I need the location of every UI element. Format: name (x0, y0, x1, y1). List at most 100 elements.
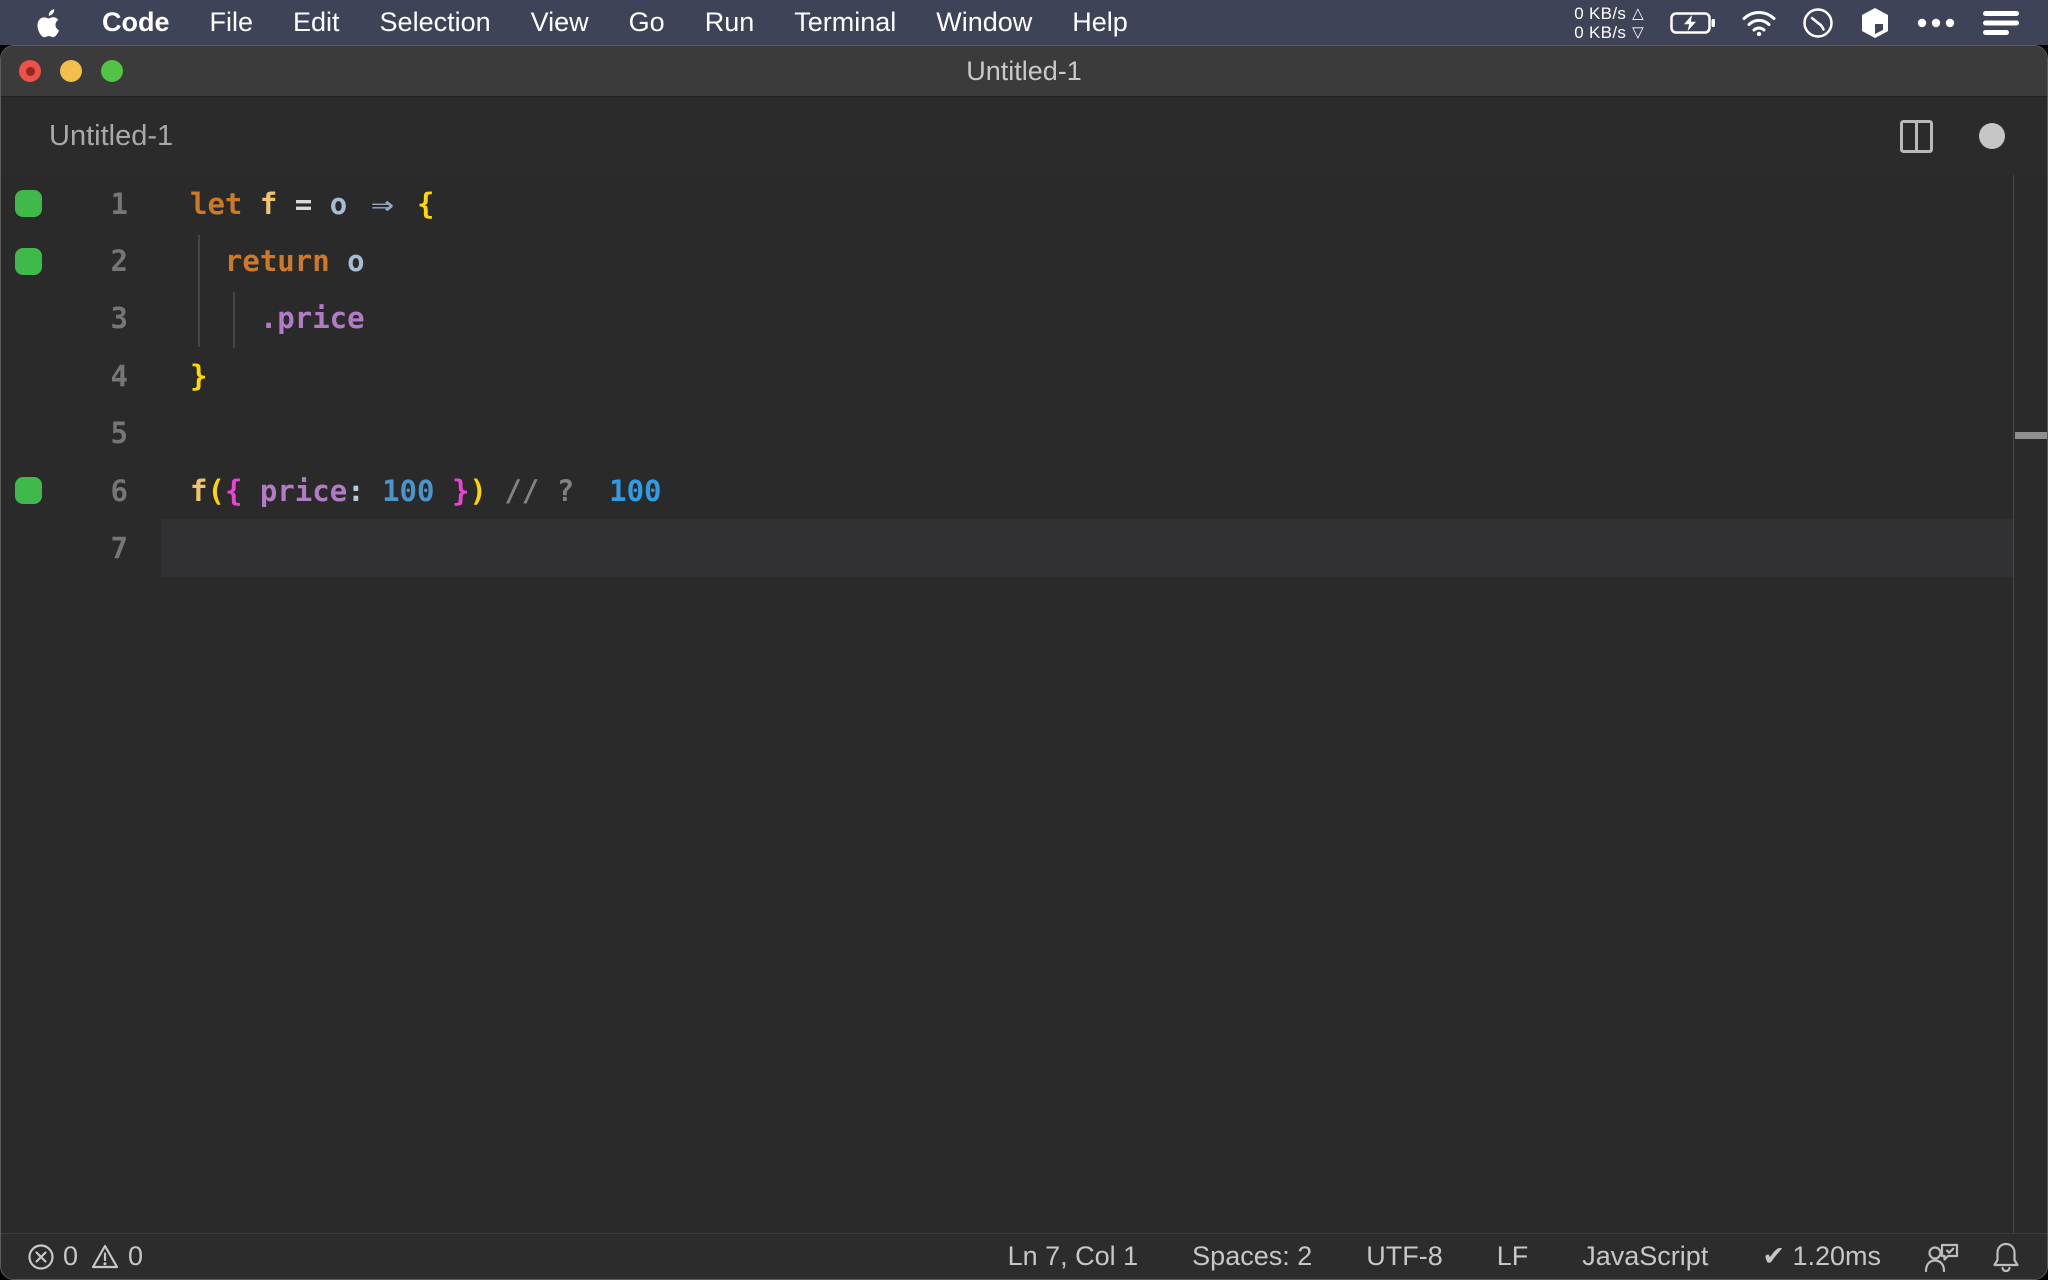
token-property: .price (259, 301, 365, 336)
menu-item-terminal[interactable]: Terminal (794, 7, 896, 38)
code-line-1[interactable]: 1 let f = o ⇒ { (1, 175, 2047, 232)
token-keyword: return (224, 244, 330, 279)
status-language-mode[interactable]: JavaScript (1555, 1241, 1735, 1272)
tab-untitled-1[interactable]: Untitled-1 (1, 120, 173, 153)
token-keyword: let (190, 186, 260, 221)
menubar-status-icons: 0 KB/s △ 0 KB/s ▽ (1574, 4, 2048, 42)
editor-title-bar: Untitled-1 (1, 97, 2047, 175)
line-number: 5 (110, 416, 128, 451)
ruler-cursor-mark (2015, 432, 2047, 439)
token-brace2: { (224, 473, 243, 508)
token-brace1: { (417, 186, 435, 221)
net-down-label: 0 KB/s (1574, 22, 1627, 42)
menubar: Code File Edit Selection View Go Run Terminal Wi… (0, 0, 2048, 45)
token-paren: ) (469, 473, 487, 508)
token-brace2: } (434, 473, 470, 508)
editor-actions (1900, 119, 2047, 153)
menu-item-window[interactable]: Window (936, 7, 1032, 38)
battery-charging-icon[interactable] (1670, 11, 1716, 35)
code-line-4[interactable]: 4} (1, 347, 2047, 404)
menu-item-selection[interactable]: Selection (380, 7, 491, 38)
line-number: 4 (110, 358, 128, 393)
wifi-icon[interactable] (1742, 10, 1776, 36)
cube-app-icon[interactable] (1860, 7, 1890, 39)
close-button[interactable] (19, 60, 41, 82)
line-number: 7 (110, 531, 128, 566)
warning-count: 0 (128, 1241, 144, 1271)
vscode-window: Untitled-1 Untitled-1 7 6 f({ price: 100 }… (0, 45, 2048, 1280)
line-number: 3 (110, 301, 128, 336)
warning-icon (90, 1243, 120, 1270)
menu-item-go[interactable]: Go (629, 7, 665, 38)
status-encoding[interactable]: UTF-8 (1339, 1241, 1470, 1272)
token-colon: : (347, 473, 365, 508)
menu-item-help[interactable]: Help (1072, 7, 1128, 38)
code-text: f({ price: 100 }) // ? 100 (190, 474, 662, 508)
token-number: 100 (364, 473, 435, 508)
upload-arrow-icon: △ (1632, 4, 1644, 22)
split-editor-icon[interactable] (1900, 119, 1933, 153)
token-fname: f (190, 473, 208, 508)
code-text: return o (190, 244, 365, 278)
apple-icon[interactable] (36, 8, 62, 38)
overview-ruler[interactable] (2013, 175, 2047, 1235)
token-brace1: } (190, 358, 208, 393)
token-fname: f (259, 186, 278, 221)
code-line-2[interactable]: 2 return o (1, 232, 2047, 289)
clock-icon[interactable] (1802, 7, 1834, 39)
token-result: 100 (574, 473, 662, 508)
menu-item-file[interactable]: File (210, 7, 254, 38)
token-variable: o (329, 186, 348, 221)
statusbar-right-items: Ln 7, Col 1 Spaces: 2 UTF-8 LF JavaScript ✔ 1… (981, 1241, 1908, 1272)
token-comment: // ? (486, 473, 575, 508)
menubar-items: Code File Edit Selection View Go Run Terminal Wi… (102, 7, 1128, 38)
menu-item-view[interactable]: View (531, 7, 589, 38)
status-quokka-time[interactable]: ✔ 1.20ms (1735, 1241, 1908, 1272)
feedback-icon[interactable] (1908, 1241, 1975, 1272)
menu-item-run[interactable]: Run (705, 7, 755, 38)
zoom-button[interactable] (101, 60, 123, 82)
error-icon (27, 1243, 55, 1271)
list-menu-icon[interactable] (1982, 10, 2020, 36)
download-arrow-icon: ▽ (1632, 23, 1644, 41)
statusbar-right: Ln 7, Col 1 Spaces: 2 UTF-8 LF JavaScript ✔ 1… (981, 1241, 2021, 1273)
token-variable: o (347, 244, 365, 279)
code-line-5[interactable]: 5 (1, 405, 2047, 462)
notifications-bell-icon[interactable] (1975, 1241, 2021, 1273)
window-titlebar[interactable]: Untitled-1 (1, 46, 2047, 97)
traffic-lights (19, 46, 123, 96)
token-paren: ( (207, 473, 225, 508)
problems-indicator[interactable]: 0 0 (27, 1241, 143, 1272)
net-up-label: 0 KB/s (1574, 3, 1627, 23)
code-text: let f = o ⇒ { (190, 187, 435, 221)
statusbar: 0 0 Ln 7, Col 1 Spaces: 2 UTF-8 LF JavaScr (1, 1233, 2047, 1279)
error-count: 0 (63, 1241, 79, 1271)
code-line-7[interactable]: 7 (1, 519, 2047, 578)
screen: Code File Edit Selection View Go Run Terminal Wi… (0, 0, 2048, 1280)
line-number: 2 (110, 244, 128, 279)
status-eol[interactable]: LF (1470, 1241, 1556, 1272)
menu-item-code[interactable]: Code (102, 7, 170, 38)
status-cursor-position[interactable]: Ln 7, Col 1 (981, 1241, 1166, 1272)
unsaved-changes-dot[interactable] (1979, 123, 2005, 149)
code-line-6[interactable]: 6 f({ price: 100 }) // ? 100 (1, 462, 2047, 519)
status-indentation[interactable]: Spaces: 2 (1165, 1241, 1339, 1272)
code-text: } (190, 359, 207, 393)
ellipsis-icon[interactable] (1916, 18, 1956, 28)
code-line-3[interactable]: 3 .price (1, 290, 2047, 347)
menu-item-edit[interactable]: Edit (293, 7, 340, 38)
token-operator: = (294, 186, 313, 221)
code-text: .price (190, 301, 365, 335)
line-number: 1 (110, 186, 128, 221)
network-speed-widget[interactable]: 0 KB/s △ 0 KB/s ▽ (1574, 4, 1644, 42)
editor-code-area[interactable]: 7 6 f({ price: 100 }) // ? 100 5 4} 3 .price 2… (1, 175, 2047, 1235)
token-arrow: ⇒ (370, 186, 394, 221)
token-property: price (242, 473, 348, 508)
minimize-button[interactable] (60, 60, 82, 82)
window-title: Untitled-1 (966, 55, 1082, 86)
